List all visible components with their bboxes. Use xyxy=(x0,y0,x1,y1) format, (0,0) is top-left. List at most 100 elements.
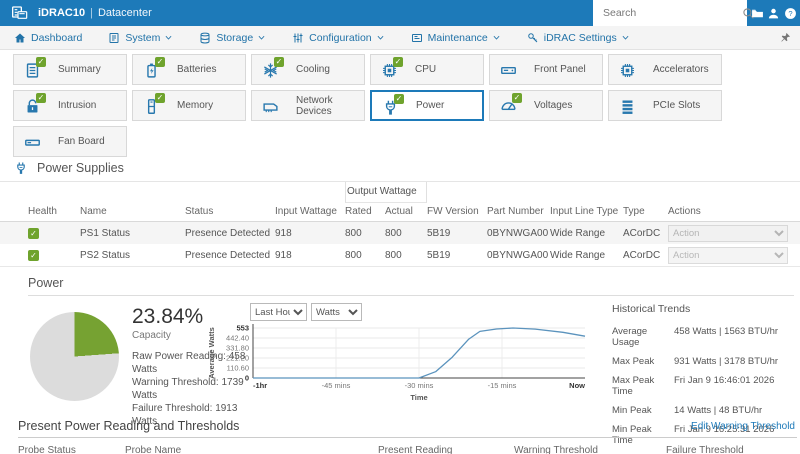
svg-text:-15 mins: -15 mins xyxy=(488,381,517,390)
trend-label: Average Usage xyxy=(612,326,648,348)
tile-cpu[interactable]: ✓ CPU xyxy=(370,54,484,85)
console-icon[interactable] xyxy=(751,7,764,20)
tile-batteries[interactable]: ✓ Batteries xyxy=(132,54,246,85)
health-cell: ✓ xyxy=(28,249,80,261)
output-wattage-group-row: Output Wattage xyxy=(0,181,800,203)
tile-network-devices[interactable]: Network Devices xyxy=(251,90,365,121)
nav-item-configuration[interactable]: Configuration xyxy=(292,32,384,44)
col-warning-threshold: Warning Threshold xyxy=(514,445,598,454)
power-section-title: Power xyxy=(28,276,64,290)
pin-icon[interactable] xyxy=(780,32,791,43)
help-icon[interactable]: ? xyxy=(784,7,797,20)
tile-memory[interactable]: ✓ Memory xyxy=(132,90,246,121)
user-icon[interactable] xyxy=(767,7,780,20)
tile-intrusion[interactable]: ✓ Intrusion xyxy=(13,90,127,121)
panel-icon xyxy=(500,62,517,79)
cell: Wide Range xyxy=(550,227,606,239)
thresholds-divider xyxy=(18,437,797,438)
board-icon xyxy=(24,134,41,151)
output-wattage-group-header: Output Wattage xyxy=(345,182,427,203)
tile-label: CPU xyxy=(415,64,437,75)
idrac-logo-icon xyxy=(10,5,30,21)
cell: PS1 Status xyxy=(80,227,131,239)
trend-value: Fri Jan 9 16:46:01 2026 xyxy=(674,375,775,386)
nav-item-label: Storage xyxy=(216,31,254,44)
nav-item-label: iDRAC Settings xyxy=(543,31,617,44)
tile-power[interactable]: ✓ Power xyxy=(370,90,484,121)
power-supply-row: ✓ PS1 Status Presence Detected 918 800 800 5B1… xyxy=(0,222,800,244)
cell: 800 xyxy=(345,227,362,239)
health-ok-badge: ✓ xyxy=(155,57,165,67)
tile-accelerators[interactable]: Accelerators xyxy=(608,54,722,85)
action-select[interactable]: Action xyxy=(668,246,788,264)
power-supplies-title: Power Supplies xyxy=(37,161,124,175)
svg-text:221.20: 221.20 xyxy=(226,354,249,363)
action-select[interactable]: Action xyxy=(668,224,788,242)
nav-item-maintenance[interactable]: Maintenance xyxy=(411,32,501,44)
tile-pcie-slots[interactable]: PCIe Slots xyxy=(608,90,722,121)
key-icon xyxy=(527,32,539,44)
trend-value: 458 Watts | 1563 BTU/hr xyxy=(674,326,779,337)
nav-item-idrac-settings[interactable]: iDRAC Settings xyxy=(527,32,630,44)
config-icon xyxy=(292,32,304,44)
health-ok-badge: ✓ xyxy=(36,57,46,67)
chevron-down-icon xyxy=(257,33,266,42)
tile-label: Fan Board xyxy=(58,136,105,147)
brand-separator: | xyxy=(90,7,93,19)
col-health: Health xyxy=(28,206,57,217)
maintenance-icon xyxy=(411,32,423,44)
historical-trend-row: Max Peak 931 Watts | 3178 BTU/hr xyxy=(612,356,797,367)
cell: 5B19 xyxy=(427,249,451,261)
col-status: Status xyxy=(185,206,214,217)
power-supplies-table: Output Wattage Health Name Status Input Wat… xyxy=(0,181,800,267)
power-history-line-chart: 0110.60221.20331.80442.40553 -1hr -45 mins… xyxy=(207,324,585,403)
actions-cell: Action xyxy=(668,224,800,242)
svg-text:0: 0 xyxy=(245,374,249,383)
nav-item-storage[interactable]: Storage xyxy=(199,32,266,44)
health-ok-badge: ✓ xyxy=(36,93,46,103)
tile-summary[interactable]: ✓ Summary xyxy=(13,54,127,85)
cell: 800 xyxy=(385,249,402,261)
power-supply-row: ✓ PS2 Status Presence Detected 918 800 800 5B1… xyxy=(0,244,800,267)
chevron-down-icon xyxy=(376,33,385,42)
nav-item-system[interactable]: System xyxy=(108,32,173,44)
tile-label: Front Panel xyxy=(534,64,586,75)
col-probe-status: Probe Status xyxy=(18,445,76,454)
col-actual: Actual xyxy=(385,206,413,217)
health-cell: ✓ xyxy=(28,227,80,239)
tile-fan-board[interactable]: Fan Board xyxy=(13,126,127,157)
nav-item-label: Maintenance xyxy=(427,31,488,44)
tile-voltages[interactable]: ✓ Voltages xyxy=(489,90,603,121)
svg-text:553: 553 xyxy=(236,324,249,333)
tile-label: Cooling xyxy=(296,64,330,75)
col-actions: Actions xyxy=(668,206,701,217)
nav-item-dashboard[interactable]: Dashboard xyxy=(14,32,82,44)
top-bar: iDRAC10 | Datacenter ? xyxy=(0,0,800,26)
col-fw-version: FW Version xyxy=(427,206,479,217)
search-input[interactable] xyxy=(593,0,742,26)
main-nav: Dashboard System Storage Configuration Maint… xyxy=(0,26,800,50)
col-input-wattage: Input Wattage xyxy=(275,206,337,217)
tile-cooling[interactable]: ✓ Cooling xyxy=(251,54,365,85)
tile-front-panel[interactable]: Front Panel xyxy=(489,54,603,85)
cell: 800 xyxy=(385,227,402,239)
capacity-pie-chart xyxy=(30,312,119,401)
historical-trends-title: Historical Trends xyxy=(612,303,691,315)
nav-item-label: System xyxy=(125,31,161,44)
edit-warning-threshold-link[interactable]: Edit Warning Threshold xyxy=(691,421,795,432)
historical-trend-row: Min Peak 14 Watts | 48 BTU/hr xyxy=(612,405,797,416)
thresholds-column-headers: Probe Status Probe Name Present Reading War… xyxy=(0,441,800,454)
cell: 0BYNWGA00 xyxy=(487,249,549,261)
system-icon xyxy=(108,32,120,44)
trend-label: Max Peak Time xyxy=(612,375,655,397)
col-input-line-type: Input Line Type xyxy=(550,206,619,217)
col-type: Type xyxy=(623,206,645,217)
trend-value: 14 Watts | 48 BTU/hr xyxy=(674,405,763,416)
col-failure-threshold: Failure Threshold xyxy=(666,445,744,454)
health-ok-badge: ✓ xyxy=(394,94,404,104)
svg-text:Time: Time xyxy=(410,393,427,402)
top-icon-group: ? xyxy=(747,0,800,26)
home-icon xyxy=(14,32,26,44)
power-supplies-column-headers: Health Name Status Input Wattage Rated Actual… xyxy=(0,202,800,222)
health-ok-badge: ✓ xyxy=(393,57,403,67)
